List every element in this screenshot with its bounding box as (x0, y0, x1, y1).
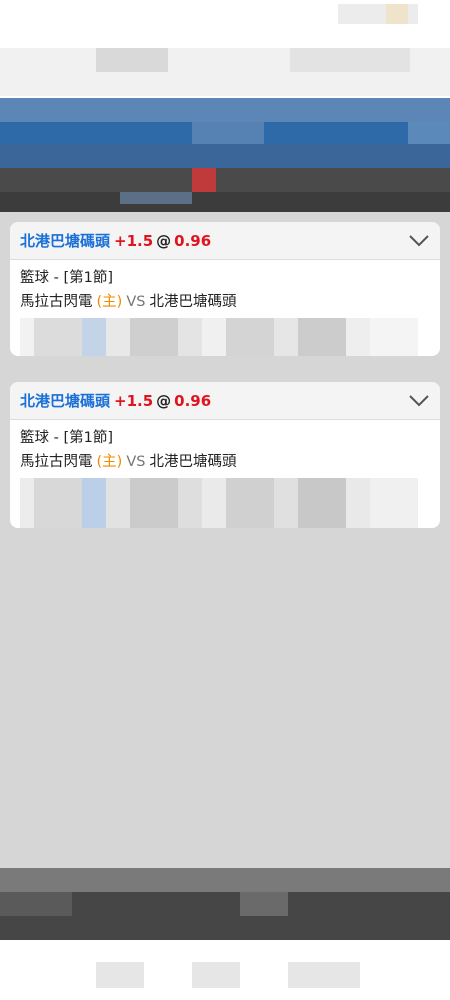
match-line: 馬拉古閃電 (主) VS 北港巴塘碼頭 (20, 290, 430, 314)
away-team: 北港巴塘碼頭 (149, 294, 237, 310)
handicap-value: +1.5 (114, 391, 154, 410)
sub-navigation-bar (0, 168, 450, 212)
home-team: 馬拉古閃電 (20, 294, 93, 310)
bet-card-header[interactable]: 北港巴塘碼頭 +1.5 @ 0.96 (10, 222, 440, 260)
bet-slip-list: 北港巴塘碼頭 +1.5 @ 0.96 籃球 - [第1節] 馬拉古閃電 (主) VS… (0, 212, 450, 868)
home-indicator-area (0, 940, 450, 1000)
sport-period: 籃球 - [第1節] (20, 270, 113, 286)
chevron-down-icon[interactable] (408, 391, 430, 409)
vs-label: VS (126, 454, 146, 470)
odds-value: 0.96 (174, 231, 212, 250)
chevron-down-icon[interactable] (408, 231, 430, 249)
bet-card-body: 籃球 - [第1節] 馬拉古閃電 (主) VS 北港巴塘碼頭 (10, 260, 440, 356)
obscured-details (20, 318, 430, 356)
at-sign: @ (156, 391, 172, 410)
at-sign: @ (156, 231, 172, 250)
away-team: 北港巴塘碼頭 (149, 454, 237, 470)
bet-card[interactable]: 北港巴塘碼頭 +1.5 @ 0.96 籃球 - [第1節] 馬拉古閃電 (主) VS… (10, 382, 440, 528)
bet-card[interactable]: 北港巴塘碼頭 +1.5 @ 0.96 籃球 - [第1節] 馬拉古閃電 (主) VS… (10, 222, 440, 356)
status-bar (0, 0, 450, 98)
home-tag: (主) (96, 454, 123, 470)
odds-value: 0.96 (174, 391, 212, 410)
header-bar (0, 98, 450, 168)
home-team: 馬拉古閃電 (20, 454, 93, 470)
bet-card-body: 籃球 - [第1節] 馬拉古閃電 (主) VS 北港巴塘碼頭 (10, 420, 440, 528)
pick-team: 北港巴塘碼頭 (20, 232, 111, 250)
match-line: 馬拉古閃電 (主) VS 北港巴塘碼頭 (20, 450, 430, 474)
obscured-details (20, 478, 430, 528)
home-tag: (主) (96, 294, 123, 310)
pick-team: 北港巴塘碼頭 (20, 392, 111, 410)
sport-period: 籃球 - [第1節] (20, 430, 113, 446)
bet-card-header[interactable]: 北港巴塘碼頭 +1.5 @ 0.96 (10, 382, 440, 420)
vs-label: VS (126, 294, 146, 310)
bottom-toolbar (0, 868, 450, 940)
handicap-value: +1.5 (114, 231, 154, 250)
